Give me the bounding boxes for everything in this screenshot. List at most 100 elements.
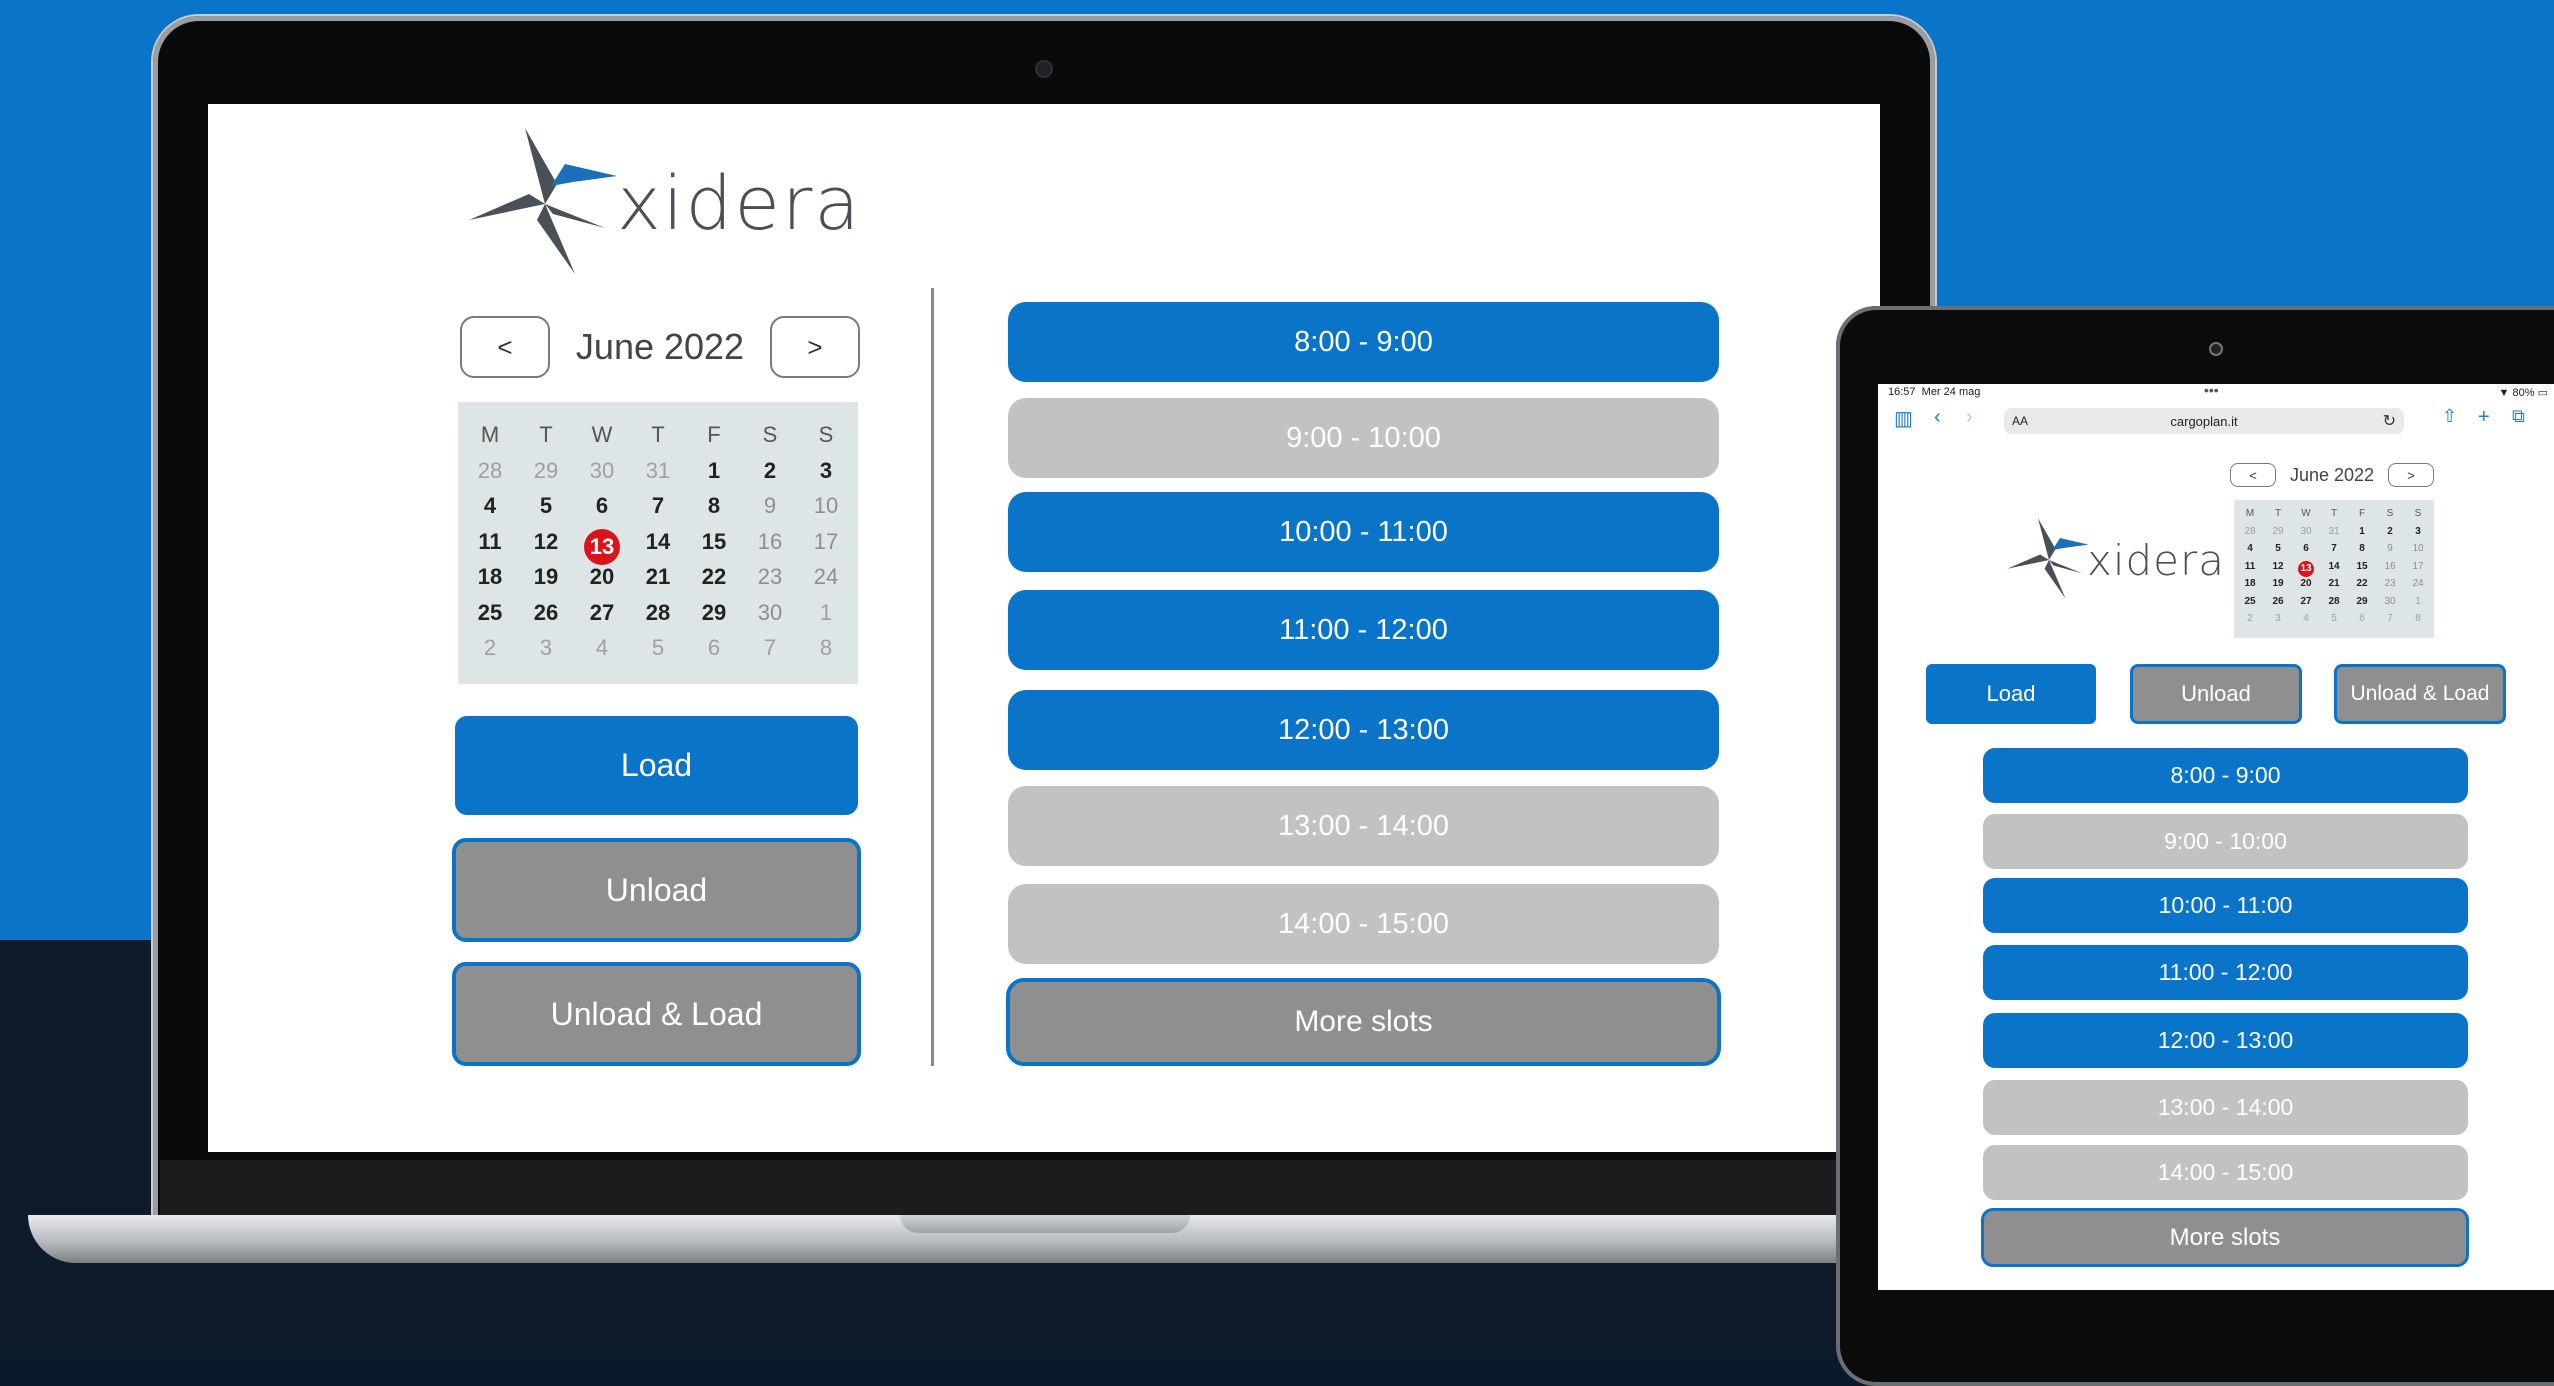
slot-button[interactable]: 11:00 - 12:00 (1008, 590, 1719, 670)
calendar-day[interactable]: 9 (2376, 543, 2404, 561)
share-icon[interactable]: ⇧ (2442, 406, 2457, 427)
calendar-day[interactable]: 8 (2348, 543, 2376, 561)
more-slots-button[interactable]: More slots (1006, 978, 1721, 1066)
calendar-day[interactable]: 24 (798, 564, 854, 600)
tablet-month-navigation: < June 2022 > (2230, 462, 2434, 488)
calendar-day[interactable]: 9 (742, 493, 798, 529)
reload-icon[interactable]: ↻ (2383, 411, 2396, 431)
next-month-button[interactable]: > (770, 316, 860, 378)
calendar-day[interactable]: 12 (518, 529, 574, 565)
tabs-icon[interactable]: ⧉ (2512, 406, 2525, 427)
calendar-day[interactable]: 3 (798, 458, 854, 494)
calendar-day[interactable]: 1 (2348, 526, 2376, 544)
calendar-day[interactable]: 8 (686, 493, 742, 529)
calendar-day[interactable]: 14 (630, 529, 686, 565)
calendar-day[interactable]: 10 (798, 493, 854, 529)
day-number: 2 (2247, 613, 2253, 624)
day-number: 6 (595, 493, 609, 518)
calendar-day[interactable]: 30 (742, 600, 798, 636)
calendar-day[interactable]: 23 (742, 564, 798, 600)
calendar-day[interactable]: 12 (2264, 561, 2292, 579)
calendar-day[interactable]: 25 (462, 600, 518, 636)
tablet-slot-button[interactable]: 11:00 - 12:00 (1983, 945, 2468, 1000)
calendar-day[interactable]: 18 (462, 564, 518, 600)
calendar-day[interactable]: 16 (742, 529, 798, 565)
day-number: 26 (2272, 595, 2284, 607)
calendar-day[interactable]: 11 (462, 529, 518, 565)
calendar-day[interactable]: 5 (2264, 543, 2292, 561)
calendar-day[interactable]: 26 (2264, 596, 2292, 614)
slot-button[interactable]: 12:00 - 13:00 (1008, 690, 1719, 770)
calendar-day[interactable]: 3 (2404, 526, 2432, 544)
tablet-slot-button[interactable]: 10:00 - 11:00 (1983, 878, 2468, 933)
calendar-day[interactable]: 6 (2292, 543, 2320, 561)
calendar-day[interactable]: 21 (2320, 578, 2348, 596)
calendar-day[interactable]: 21 (630, 564, 686, 600)
calendar-day[interactable]: 15 (686, 529, 742, 565)
calendar-day[interactable]: 27 (574, 600, 630, 636)
calendar-day[interactable]: 18 (2236, 578, 2264, 596)
calendar-day[interactable]: 10 (2404, 543, 2432, 561)
status-battery: ▼ 80% ▭ (2499, 386, 2548, 399)
tablet-slot-button: 13:00 - 14:00 (1983, 1080, 2468, 1135)
weekday-header: W (591, 422, 613, 447)
calendar-day[interactable]: 22 (686, 564, 742, 600)
unload-load-button[interactable]: Unload & Load (452, 962, 861, 1066)
calendar-day[interactable]: 2 (2376, 526, 2404, 544)
calendar-day[interactable]: 28 (2320, 596, 2348, 614)
calendar-day[interactable]: 30 (2376, 596, 2404, 614)
calendar-day[interactable]: 28 (630, 600, 686, 636)
calendar-day[interactable]: 1 (686, 458, 742, 494)
load-button[interactable]: Load (455, 716, 858, 815)
calendar-day[interactable]: 16 (2376, 561, 2404, 579)
calendar-day[interactable]: 5 (518, 493, 574, 529)
tablet-unload-button[interactable]: Unload (2130, 664, 2302, 724)
slot-button[interactable]: 10:00 - 11:00 (1008, 492, 1719, 572)
calendar-day[interactable]: 25 (2236, 596, 2264, 614)
address-bar[interactable]: AA cargoplan.it ↻ (2004, 408, 2404, 434)
calendar-day-selected[interactable]: 13 (574, 528, 630, 565)
calendar-day[interactable]: 23 (2376, 578, 2404, 596)
calendar-day[interactable]: 15 (2348, 561, 2376, 579)
calendar-day[interactable]: 26 (518, 600, 574, 636)
tablet-more-slots-button[interactable]: More slots (1981, 1208, 2469, 1267)
sidebar-icon[interactable]: ▥ (1894, 406, 1913, 431)
slot-button[interactable]: 8:00 - 9:00 (1008, 302, 1719, 382)
unload-button[interactable]: Unload (452, 838, 861, 942)
new-tab-icon[interactable]: + (2478, 406, 2490, 429)
calendar-day: 7 (2376, 613, 2404, 631)
calendar-day[interactable]: 2 (742, 458, 798, 494)
tablet-next-month-button[interactable]: > (2387, 463, 2434, 487)
tablet-prev-month-button[interactable]: < (2230, 463, 2276, 487)
calendar-day[interactable]: 4 (2236, 543, 2264, 561)
tablet-load-button[interactable]: Load (1926, 664, 2096, 724)
calendar-day: 31 (630, 458, 686, 494)
forward-icon[interactable]: › (1966, 406, 1973, 429)
tablet-slot-button[interactable]: 12:00 - 13:00 (1983, 1013, 2468, 1068)
calendar-day[interactable]: 17 (798, 529, 854, 565)
calendar-day[interactable]: 20 (574, 564, 630, 600)
calendar-day[interactable]: 17 (2404, 561, 2432, 579)
calendar-day[interactable]: 7 (2320, 543, 2348, 561)
prev-month-button[interactable]: < (460, 316, 550, 378)
calendar-day[interactable]: 27 (2292, 596, 2320, 614)
calendar-day[interactable]: 11 (2236, 561, 2264, 579)
calendar-day[interactable]: 7 (630, 493, 686, 529)
calendar-day[interactable]: 19 (518, 564, 574, 600)
calendar-day[interactable]: 14 (2320, 561, 2348, 579)
calendar-day[interactable]: 4 (462, 493, 518, 529)
calendar-day[interactable]: 29 (686, 600, 742, 636)
calendar-day[interactable]: 22 (2348, 578, 2376, 596)
calendar-day[interactable]: 29 (2348, 596, 2376, 614)
back-icon[interactable]: ‹ (1934, 406, 1941, 429)
multitask-dots-icon[interactable]: ••• (2204, 382, 2219, 398)
day-number: 24 (813, 564, 839, 589)
tablet-unload-load-button[interactable]: Unload & Load (2334, 664, 2506, 724)
calendar-day-selected[interactable]: 13 (2292, 560, 2320, 579)
calendar-day[interactable]: 6 (574, 493, 630, 529)
calendar-day[interactable]: 20 (2292, 578, 2320, 596)
calendar-day[interactable]: 19 (2264, 578, 2292, 596)
calendar-day[interactable]: 24 (2404, 578, 2432, 596)
tablet-logo-text: xidera (2086, 535, 2225, 585)
tablet-slot-button[interactable]: 8:00 - 9:00 (1983, 748, 2468, 803)
